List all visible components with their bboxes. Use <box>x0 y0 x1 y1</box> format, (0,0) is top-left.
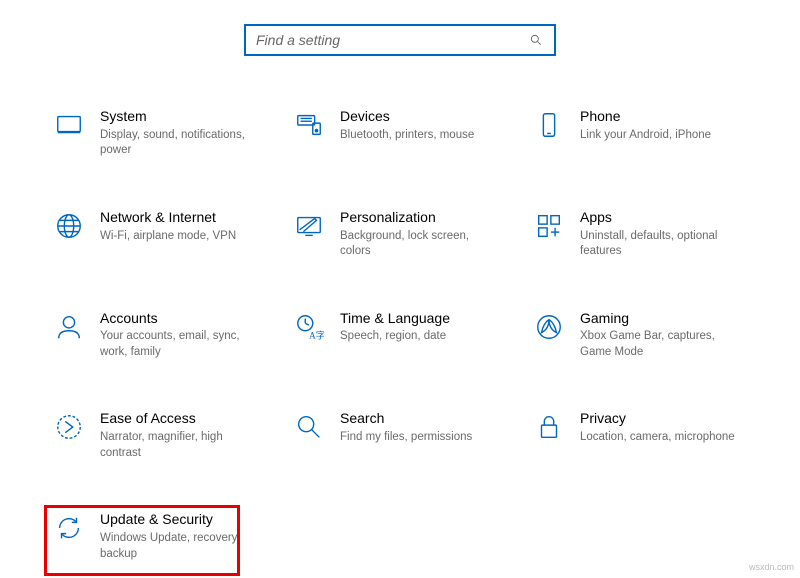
tile-title: Personalization <box>340 209 508 226</box>
tile-desc: Bluetooth, printers, mouse <box>340 128 480 144</box>
watermark: wsxdn.com <box>749 562 794 572</box>
tile-desc: Background, lock screen, colors <box>340 229 508 260</box>
apps-icon <box>532 209 566 243</box>
tile-apps[interactable]: Apps Uninstall, defaults, optional featu… <box>530 207 750 262</box>
tile-text: Ease of Access Narrator, magnifier, high… <box>100 410 268 461</box>
search-icon <box>528 32 544 48</box>
tile-text: Gaming Xbox Game Bar, captures, Game Mod… <box>580 310 748 361</box>
tile-text: Privacy Location, camera, microphone <box>580 410 741 445</box>
tile-desc: Display, sound, notifications, power <box>100 128 268 159</box>
tile-title: Phone <box>580 108 717 125</box>
tile-ease-of-access[interactable]: Ease of Access Narrator, magnifier, high… <box>50 408 270 463</box>
tile-title: Update & Security <box>100 511 268 528</box>
tile-search[interactable]: Search Find my files, permissions <box>290 408 510 463</box>
tile-title: Ease of Access <box>100 410 268 427</box>
tile-title: Search <box>340 410 478 427</box>
settings-grid: System Display, sound, notifications, po… <box>0 66 800 578</box>
tile-desc: Xbox Game Bar, captures, Game Mode <box>580 329 748 360</box>
svg-text:A字: A字 <box>309 329 324 341</box>
tile-text: Personalization Background, lock screen,… <box>340 209 508 260</box>
tile-desc: Uninstall, defaults, optional features <box>580 229 748 260</box>
phone-icon <box>532 108 566 142</box>
tile-title: Network & Internet <box>100 209 242 226</box>
tile-text: Time & Language Speech, region, date <box>340 310 452 345</box>
tile-privacy[interactable]: Privacy Location, camera, microphone <box>530 408 750 463</box>
tile-title: System <box>100 108 268 125</box>
ease-of-access-icon <box>52 410 86 444</box>
tile-text: Accounts Your accounts, email, sync, wor… <box>100 310 268 361</box>
tile-desc: Speech, region, date <box>340 329 452 345</box>
tile-text: Devices Bluetooth, printers, mouse <box>340 108 480 143</box>
search-container <box>0 0 800 66</box>
tile-text: Update & Security Windows Update, recove… <box>100 511 268 562</box>
tile-accounts[interactable]: Accounts Your accounts, email, sync, wor… <box>50 308 270 363</box>
magnifier-icon <box>292 410 326 444</box>
tile-update-security[interactable]: Update & Security Windows Update, recove… <box>50 505 270 568</box>
tile-gaming[interactable]: Gaming Xbox Game Bar, captures, Game Mod… <box>530 308 750 363</box>
search-box[interactable] <box>244 24 556 56</box>
devices-icon <box>292 108 326 142</box>
tile-system[interactable]: System Display, sound, notifications, po… <box>50 106 270 161</box>
lock-icon <box>532 410 566 444</box>
tile-desc: Your accounts, email, sync, work, family <box>100 329 268 360</box>
tile-title: Time & Language <box>340 310 452 327</box>
tile-devices[interactable]: Devices Bluetooth, printers, mouse <box>290 106 510 161</box>
tile-title: Privacy <box>580 410 741 427</box>
tile-desc: Wi-Fi, airplane mode, VPN <box>100 229 242 245</box>
tile-phone[interactable]: Phone Link your Android, iPhone <box>530 106 750 161</box>
personalization-icon <box>292 209 326 243</box>
system-icon <box>52 108 86 142</box>
gaming-icon <box>532 310 566 344</box>
tile-text: Phone Link your Android, iPhone <box>580 108 717 143</box>
tile-text: Network & Internet Wi-Fi, airplane mode,… <box>100 209 242 244</box>
tile-desc: Location, camera, microphone <box>580 430 741 446</box>
tile-text: Search Find my files, permissions <box>340 410 478 445</box>
tile-time-language[interactable]: A字 Time & Language Speech, region, date <box>290 308 510 363</box>
globe-icon <box>52 209 86 243</box>
tile-text: System Display, sound, notifications, po… <box>100 108 268 159</box>
tile-desc: Narrator, magnifier, high contrast <box>100 430 268 461</box>
search-input[interactable] <box>256 32 528 48</box>
tile-title: Devices <box>340 108 480 125</box>
tile-network[interactable]: Network & Internet Wi-Fi, airplane mode,… <box>50 207 270 262</box>
update-icon <box>52 511 86 545</box>
accounts-icon <box>52 310 86 344</box>
tile-personalization[interactable]: Personalization Background, lock screen,… <box>290 207 510 262</box>
tile-text: Apps Uninstall, defaults, optional featu… <box>580 209 748 260</box>
tile-title: Gaming <box>580 310 748 327</box>
tile-desc: Find my files, permissions <box>340 430 478 446</box>
tile-desc: Windows Update, recovery, backup <box>100 531 268 562</box>
time-language-icon: A字 <box>292 310 326 344</box>
tile-title: Accounts <box>100 310 268 327</box>
tile-title: Apps <box>580 209 748 226</box>
tile-desc: Link your Android, iPhone <box>580 128 717 144</box>
